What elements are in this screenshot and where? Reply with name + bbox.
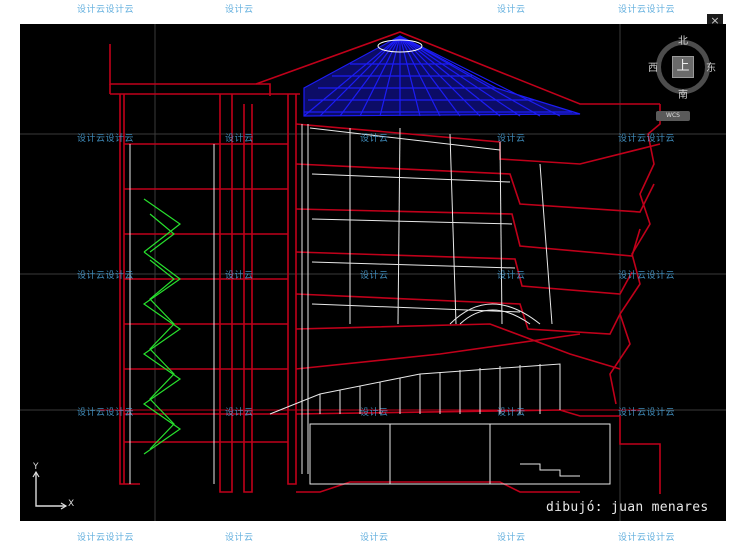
viewcube-face-top[interactable]: 上 — [672, 56, 694, 78]
compass-south[interactable]: 南 — [678, 86, 688, 101]
watermark-bottom-2: 设计云 — [225, 533, 254, 543]
compass-north[interactable]: 北 — [678, 32, 688, 47]
watermark-mid-7: 设计云 — [225, 271, 254, 281]
watermark-mid-12: 设计云 — [225, 408, 254, 418]
watermark-mid-11: 设计云设计云 — [77, 408, 135, 418]
ucs-y-label: Y — [33, 462, 39, 472]
watermark-top-1: 设计云设计云 — [77, 5, 135, 15]
cad-viewport[interactable]: 设计云设计云 设计云 设计云 设计云 设计云设计云 设计云设计云 设计云 设计云… — [20, 24, 726, 521]
watermark-bottom-5: 设计云设计云 — [618, 533, 676, 543]
watermark-mid-6: 设计云设计云 — [77, 271, 135, 281]
wcs-menu-button[interactable]: WCS — [656, 111, 690, 121]
watermark-mid-13: 设计云 — [360, 408, 389, 418]
watermark-mid-9: 设计云 — [497, 271, 526, 281]
watermark-top-4: 设计云设计云 — [618, 5, 676, 15]
watermark-mid-5: 设计云设计云 — [618, 134, 676, 144]
watermark-bottom-1: 设计云设计云 — [77, 533, 135, 543]
watermark-bottom-4: 设计云 — [497, 533, 526, 543]
watermark-top-3: 设计云 — [497, 5, 526, 15]
drawing-credit: dibujó: juan menares — [546, 500, 709, 515]
watermark-mid-2: 设计云 — [225, 134, 254, 144]
viewcube[interactable]: 上 北 南 东 西 — [648, 32, 720, 102]
watermark-mid-15: 设计云设计云 — [618, 408, 676, 418]
interior-geometry — [129, 124, 611, 485]
watermark-mid-3: 设计云 — [360, 134, 389, 144]
stair-section — [142, 198, 182, 455]
watermark-mid-14: 设计云 — [497, 408, 526, 418]
watermark-mid-1: 设计云设计云 — [77, 134, 135, 144]
watermark-mid-10: 设计云设计云 — [618, 271, 676, 281]
watermark-top-2: 设计云 — [225, 5, 254, 15]
ucs-x-label: X — [68, 499, 75, 509]
watermark-bottom-3: 设计云 — [360, 533, 389, 543]
watermark-mid-8: 设计云 — [360, 271, 389, 281]
ucs-icon: Y X — [26, 462, 76, 512]
compass-west[interactable]: 西 — [648, 59, 658, 74]
watermark-mid-4: 设计云 — [497, 134, 526, 144]
compass-east[interactable]: 东 — [706, 59, 716, 74]
